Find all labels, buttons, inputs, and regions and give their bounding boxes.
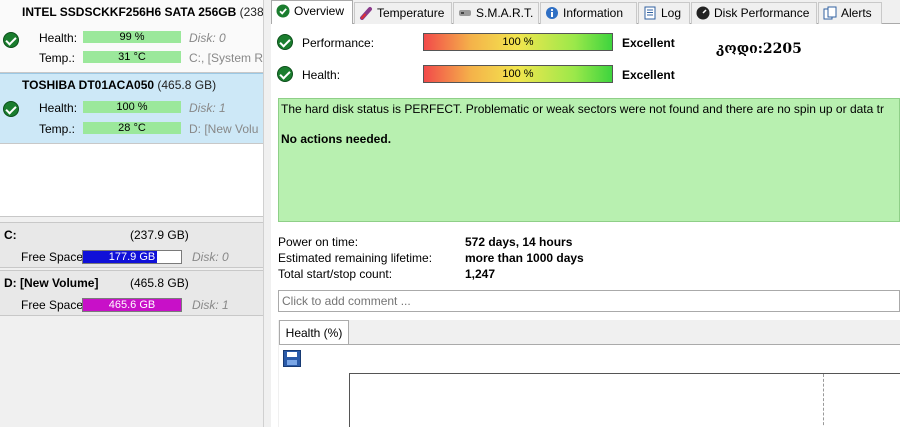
tab-log[interactable]: Log (638, 2, 690, 24)
volume-info: D: [New Volu (189, 122, 259, 136)
disk-entry-1[interactable]: TOSHIBA DT01ACA050 (465.8 GB) Health: 10… (0, 73, 263, 144)
pane-splitter[interactable] (263, 0, 271, 427)
health-label: Health: (39, 31, 78, 45)
temp-value: 28 °C (118, 122, 146, 134)
tab-label: Alerts (841, 6, 872, 20)
status-action: No actions needed. (281, 132, 392, 146)
status-text: The hard disk status is PERFECT. Problem… (281, 102, 884, 116)
information-icon (546, 7, 558, 19)
log-icon (644, 6, 656, 20)
tab-health-percent[interactable]: Health (%) (279, 320, 349, 344)
gauge-icon (696, 6, 710, 20)
tab-information[interactable]: Information (540, 2, 637, 24)
health-chart-area: Health (%) (278, 320, 900, 427)
health-value: 100 % (502, 68, 534, 80)
tab-label: Temperature (377, 6, 445, 20)
health-ok-icon (277, 66, 293, 82)
smart-icon (459, 10, 471, 16)
disk-index: Disk: 0 (189, 31, 226, 45)
volume-disk-index: Disk: 1 (192, 298, 229, 312)
volume-disk-index: Disk: 0 (192, 250, 229, 264)
disk-list-pane: INTEL SSDSCKKF256H6 SATA 256GB (238.5 He… (0, 0, 274, 427)
lifetime-label: Estimated remaining lifetime: (278, 251, 433, 265)
temp-bar: 31 °C (83, 51, 181, 63)
health-bar: 100 % (423, 65, 613, 83)
alerts-icon (823, 6, 837, 20)
tab-bar: Overview Temperature S.M.A.R.T. Informat… (271, 0, 900, 25)
health-bar: 99 % (83, 31, 181, 43)
health-ok-icon (3, 32, 19, 48)
health-chart-plot (349, 373, 900, 427)
thermometer-icon (360, 7, 372, 20)
health-bar: 100 % (83, 101, 181, 113)
performance-verdict: Excellent (622, 36, 675, 50)
disk-name: INTEL SSDSCKKF256H6 SATA 256GB (22, 5, 237, 19)
volume-name: D: [New Volume] (4, 276, 99, 290)
check-circle-icon (276, 4, 290, 18)
health-verdict: Excellent (622, 68, 675, 82)
free-space-label: Free Space (21, 298, 84, 312)
performance-label: Performance: (302, 36, 375, 50)
tab-label: Disk Performance (714, 6, 810, 20)
tab-disk-performance[interactable]: Disk Performance (691, 2, 817, 24)
temp-label: Temp.: (39, 122, 76, 136)
tab-label: Information (563, 6, 624, 20)
temp-value: 31 °C (118, 51, 146, 63)
disk-list-empty-area (0, 144, 263, 217)
overview-content: Performance: 100 % Excellent Health: 100… (271, 24, 900, 427)
health-value: 99 % (119, 31, 145, 43)
performance-ok-icon (277, 34, 293, 50)
volume-entry-d[interactable]: D: [New Volume] (465.8 GB) Free Space 46… (0, 270, 263, 316)
disk-title: TOSHIBA DT01ACA050 (465.8 GB) (22, 78, 216, 92)
health-chart-panel (279, 344, 900, 427)
health-label: Health: (302, 68, 341, 82)
tab-label: S.M.A.R.T. (476, 6, 534, 20)
volume-entry-c[interactable]: C: (237.9 GB) Free Space 177.9 GB Disk: … (0, 222, 263, 268)
power-on-value: 572 days, 14 hours (465, 235, 573, 249)
health-ok-icon (3, 101, 19, 117)
free-space-bar: 177.9 GB (82, 250, 182, 264)
free-space-value: 465.6 GB (108, 299, 156, 311)
temp-bar: 28 °C (83, 122, 181, 134)
health-value: 100 % (116, 101, 148, 113)
tab-temperature[interactable]: Temperature (354, 2, 452, 24)
startstop-value: 1,247 (465, 267, 496, 281)
lifetime-value: more than 1000 days (465, 251, 584, 265)
free-space-value: 177.9 GB (108, 251, 156, 263)
code-stamp-text: კოდი:2205 (716, 41, 802, 57)
tab-smart[interactable]: S.M.A.R.T. (453, 2, 539, 24)
tab-label: Overview (294, 4, 345, 18)
disk-size: (465.8 GB) (157, 78, 217, 92)
performance-value: 100 % (502, 36, 534, 48)
disk-title: INTEL SSDSCKKF256H6 SATA 256GB (238.5 (22, 5, 274, 19)
volume-size: (465.8 GB) (130, 276, 189, 290)
save-icon[interactable] (283, 350, 301, 367)
performance-bar: 100 % (423, 33, 613, 51)
startstop-label: Total start/stop count: (278, 267, 393, 281)
status-description-box: The hard disk status is PERFECT. Problem… (278, 98, 900, 222)
free-space-label: Free Space (21, 250, 84, 264)
disk-entry-0[interactable]: INTEL SSDSCKKF256H6 SATA 256GB (238.5 He… (0, 0, 274, 73)
free-space-bar: 465.6 GB (82, 298, 182, 312)
tab-alerts[interactable]: Alerts (818, 2, 882, 24)
tab-label: Log (661, 6, 682, 20)
health-label: Health: (39, 101, 78, 115)
power-on-label: Power on time: (278, 235, 359, 249)
volume-name: C: (4, 228, 17, 242)
volume-size: (237.9 GB) (130, 228, 189, 242)
hard-disk-sentinel-window: INTEL SSDSCKKF256H6 SATA 256GB (238.5 He… (0, 0, 900, 427)
tab-overview[interactable]: Overview (271, 0, 353, 25)
details-pane: Overview Temperature S.M.A.R.T. Informat… (271, 0, 900, 427)
volume-info: C:, [System R (189, 51, 264, 65)
disk-name: TOSHIBA DT01ACA050 (22, 78, 155, 92)
temp-label: Temp.: (39, 51, 76, 65)
comment-input[interactable] (278, 290, 900, 312)
disk-index: Disk: 1 (189, 101, 226, 115)
